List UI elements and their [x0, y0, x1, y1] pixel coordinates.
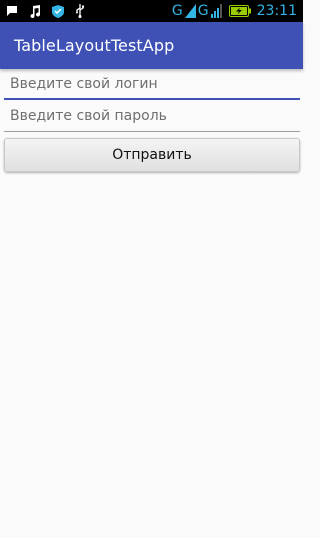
system-indicators: G G 23:11 — [172, 2, 297, 20]
music-note-icon — [29, 4, 41, 18]
password-field[interactable] — [4, 104, 300, 132]
usb-icon — [75, 4, 85, 18]
signal-bars-icon — [210, 4, 223, 18]
submit-button[interactable]: Отправить — [4, 138, 300, 172]
network-type-label-2: G — [197, 3, 209, 19]
password-underline — [4, 131, 300, 132]
app-bar: TableLayoutTestApp — [0, 22, 303, 69]
status-bar: G G 23:11 — [0, 0, 303, 22]
shield-app-icon — [52, 4, 64, 18]
app-title: TableLayoutTestApp — [14, 36, 175, 55]
login-underline — [4, 98, 300, 100]
network-type-label: G — [171, 3, 183, 19]
battery-charging-icon — [228, 5, 251, 17]
login-input[interactable] — [4, 72, 300, 100]
signal-icon — [184, 4, 196, 18]
clock: 23:11 — [256, 3, 297, 19]
notification-icons — [6, 3, 85, 19]
password-input[interactable] — [4, 104, 300, 132]
message-icon — [6, 5, 18, 17]
login-field[interactable] — [4, 72, 300, 100]
